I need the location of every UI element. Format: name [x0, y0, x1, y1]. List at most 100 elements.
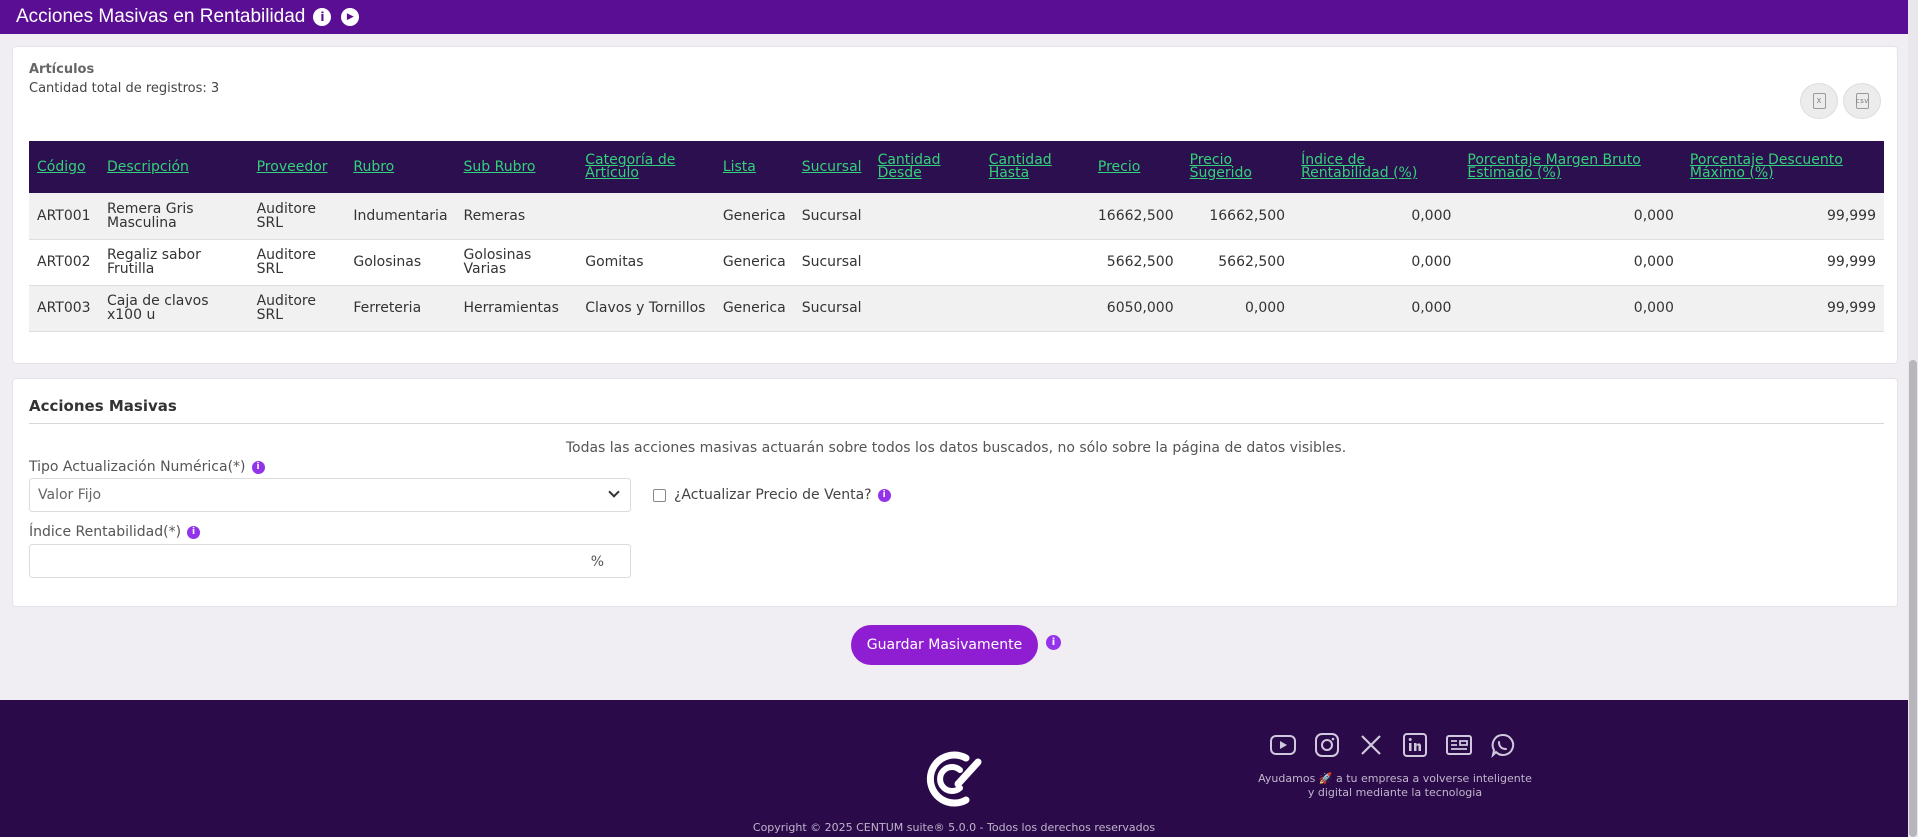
play-icon[interactable]: ▶: [341, 8, 360, 26]
cell-codigo: ART001: [37, 207, 91, 224]
bulk-notice: Todas las acciones masivas actuarán sobr…: [565, 440, 1347, 456]
cell-indice-rentabilidad: 0,000: [1411, 254, 1452, 270]
footer-tagline: Ayudamos 🚀 a tu empresa a volverse intel…: [1250, 772, 1540, 800]
whatsapp-icon[interactable]: [1488, 730, 1518, 760]
section-title: Acciones Masivas: [29, 397, 177, 415]
percent-unit: %: [590, 554, 604, 570]
tipo-actualizacion-label-text: Tipo Actualización Numérica(*): [29, 459, 246, 475]
column-header-categoria[interactable]: Categoría de Artículo: [577, 141, 715, 193]
column-header-precio-sugerido[interactable]: Precio Sugerido: [1182, 141, 1293, 193]
cell-descuento-maximo: 99,999: [1827, 300, 1876, 316]
tipo-actualizacion-label: Tipo Actualización Numérica(*) i: [29, 459, 265, 475]
cell-lista: Generica: [722, 207, 786, 224]
cell-sub-rubro: Golosinas Varias: [463, 247, 532, 277]
column-header-proveedor[interactable]: Proveedor: [249, 141, 346, 193]
table-row[interactable]: ART002 Regaliz sabor Frutilla Auditore S…: [29, 239, 1884, 285]
cell-margen-bruto: 0,000: [1633, 300, 1674, 316]
guardar-masivamente-button[interactable]: Guardar Masivamente: [851, 625, 1038, 665]
table-row[interactable]: ART003 Caja de clavos x100 u Auditore SR…: [29, 285, 1884, 331]
chevron-down-icon: [608, 486, 620, 498]
excel-file-icon: X: [1812, 93, 1826, 109]
cell-descripcion: Regaliz sabor Frutilla: [106, 247, 201, 277]
cell-rubro: Ferreteria: [353, 300, 422, 316]
export-excel-button[interactable]: X: [1800, 83, 1838, 119]
page-footer: Ayudamos 🚀 a tu empresa a volverse intel…: [0, 700, 1908, 837]
page-header: Acciones Masivas en Rentabilidad i ▶: [0, 0, 1908, 34]
actualizar-precio-option: ¿Actualizar Precio de Venta? i: [653, 487, 891, 503]
cell-precio: 16662,500: [1097, 207, 1174, 224]
actualizar-precio-label: ¿Actualizar Precio de Venta?: [674, 487, 872, 503]
cell-codigo: ART002: [37, 254, 91, 270]
column-header-sucursal[interactable]: Sucursal: [794, 141, 870, 193]
copyright-text: Copyright © 2025 CENTUM suite® 5.0.0 - T…: [752, 821, 1156, 834]
cell-lista: Generica: [722, 300, 786, 316]
cell-cantidad-hasta: [981, 193, 1090, 239]
indice-rentabilidad-input[interactable]: %: [29, 544, 631, 578]
cell-cantidad-desde: [870, 239, 981, 285]
column-header-lista[interactable]: Lista: [715, 141, 794, 193]
cell-categoria: Gomitas: [585, 254, 644, 270]
table-row[interactable]: ART001 Remera Gris Masculina Auditore SR…: [29, 193, 1884, 239]
info-icon[interactable]: i: [1046, 635, 1061, 650]
tagline-line-2: y digital mediante la tecnologia: [1307, 786, 1483, 799]
column-header-rubro[interactable]: Rubro: [345, 141, 455, 193]
tipo-actualizacion-select[interactable]: Valor Fijo: [29, 478, 631, 512]
indice-rentabilidad-label: Índice Rentabilidad(*) i: [29, 524, 201, 540]
cell-sub-rubro: Herramientas: [463, 300, 559, 316]
cell-descuento-maximo: 99,999: [1827, 207, 1876, 224]
cell-indice-rentabilidad: 0,000: [1411, 207, 1452, 224]
cell-codigo: ART003: [37, 300, 91, 316]
column-header-cantidad-hasta[interactable]: Cantidad Hasta: [981, 141, 1090, 193]
select-value: Valor Fijo: [38, 487, 102, 503]
cell-precio-sugerido: 5662,500: [1218, 254, 1286, 270]
scrollbar-thumb[interactable]: [1909, 360, 1917, 837]
cell-cantidad-desde: [870, 193, 981, 239]
cell-lista: Generica: [722, 254, 786, 270]
column-header-margen-bruto[interactable]: Porcentaje Margen Bruto Estimado (%): [1459, 141, 1681, 193]
cell-precio: 6050,000: [1106, 300, 1174, 316]
acciones-masivas-card: Acciones Masivas Todas las acciones masi…: [12, 378, 1898, 607]
cell-descuento-maximo: 99,999: [1827, 254, 1876, 270]
cell-precio-sugerido: 16662,500: [1209, 207, 1286, 224]
records-count: Cantidad total de registros: 3: [29, 81, 220, 96]
cell-sucursal: Sucursal: [801, 300, 862, 316]
cell-proveedor: Auditore SRL: [256, 200, 316, 231]
cell-sucursal: Sucursal: [801, 254, 862, 270]
cell-cantidad-hasta: [981, 285, 1090, 331]
column-header-sub-rubro[interactable]: Sub Rubro: [456, 141, 578, 193]
info-icon[interactable]: i: [251, 460, 265, 474]
column-header-descuento-maximo[interactable]: Porcentaje Descuento Máximo (%): [1682, 141, 1884, 193]
cell-cantidad-desde: [870, 285, 981, 331]
centum-logo: [926, 751, 982, 807]
page-title: Acciones Masivas en Rentabilidad: [16, 6, 306, 27]
column-header-cantidad-desde[interactable]: Cantidad Desde: [870, 141, 981, 193]
youtube-icon[interactable]: [1268, 730, 1298, 760]
linkedin-icon[interactable]: [1400, 730, 1430, 760]
indice-rentabilidad-label-text: Índice Rentabilidad(*): [29, 524, 182, 540]
cell-proveedor: Auditore SRL: [256, 247, 316, 277]
column-header-precio[interactable]: Precio: [1090, 141, 1182, 193]
actualizar-precio-checkbox[interactable]: [653, 488, 666, 502]
column-header-codigo[interactable]: Código: [29, 141, 99, 193]
x-icon[interactable]: [1356, 730, 1386, 760]
info-icon[interactable]: i: [877, 488, 891, 502]
tagline-line-1: Ayudamos 🚀 a tu empresa a volverse intel…: [1258, 772, 1532, 785]
export-csv-button[interactable]: csv: [1843, 83, 1881, 119]
cell-precio: 5662,500: [1106, 254, 1174, 270]
articulos-card: Artículos Cantidad total de registros: 3…: [12, 46, 1898, 364]
cell-categoria: Clavos y Tornillos: [585, 300, 706, 316]
column-header-indice-rentabilidad[interactable]: Índice de Rentabilidad (%): [1293, 141, 1459, 193]
cell-rubro: Golosinas: [353, 254, 422, 270]
news-icon[interactable]: [1444, 730, 1474, 760]
cell-sucursal: Sucursal: [801, 207, 862, 224]
column-header-descripcion[interactable]: Descripción: [99, 141, 249, 193]
info-icon[interactable]: i: [187, 525, 201, 539]
csv-file-icon: csv: [1855, 93, 1869, 109]
articulos-title: Artículos: [29, 62, 95, 77]
cell-descripcion: Remera Gris Masculina: [106, 200, 194, 231]
cell-sub-rubro: Remeras: [463, 207, 526, 224]
cell-rubro: Indumentaria: [353, 207, 448, 224]
info-icon[interactable]: i: [313, 8, 332, 26]
instagram-icon[interactable]: [1312, 730, 1342, 760]
section-divider: [29, 423, 1884, 424]
